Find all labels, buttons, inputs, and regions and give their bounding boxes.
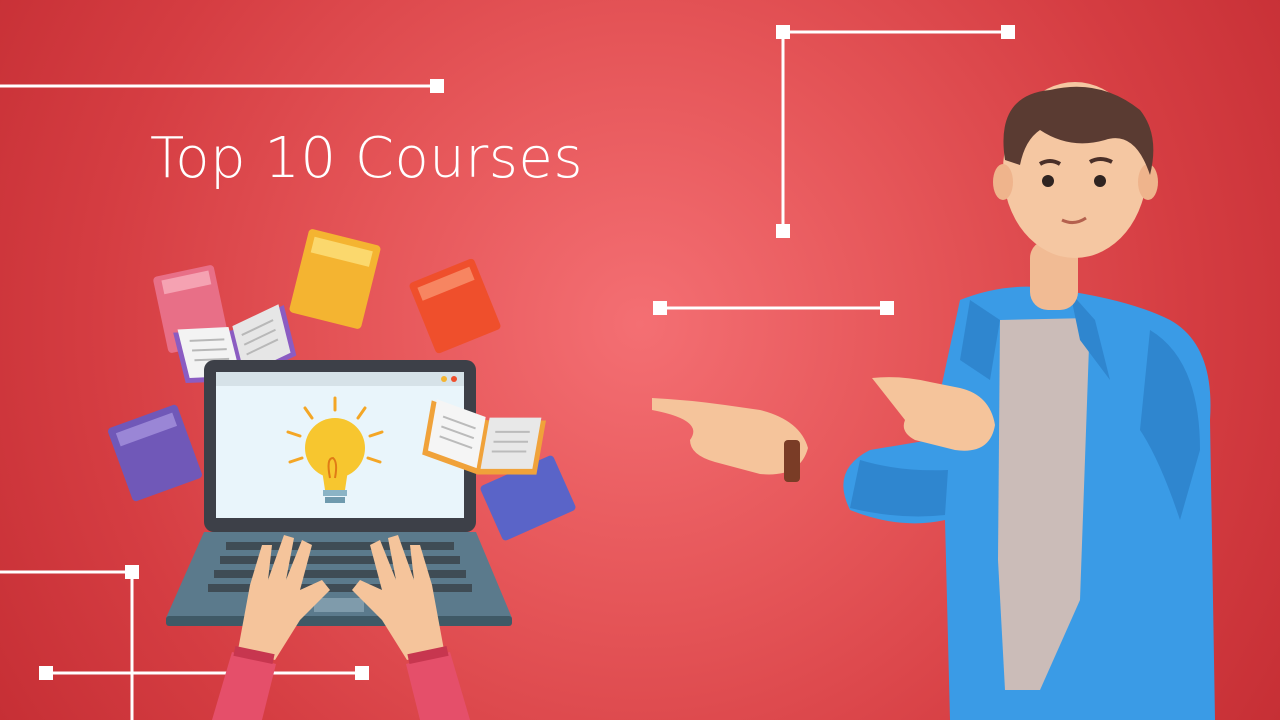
pointing-man-illustration bbox=[652, 82, 1215, 720]
man-body bbox=[843, 286, 1215, 720]
man-head bbox=[993, 82, 1158, 258]
wristband bbox=[784, 440, 800, 482]
banner-canvas: Top 10 Courses bbox=[0, 0, 1280, 720]
